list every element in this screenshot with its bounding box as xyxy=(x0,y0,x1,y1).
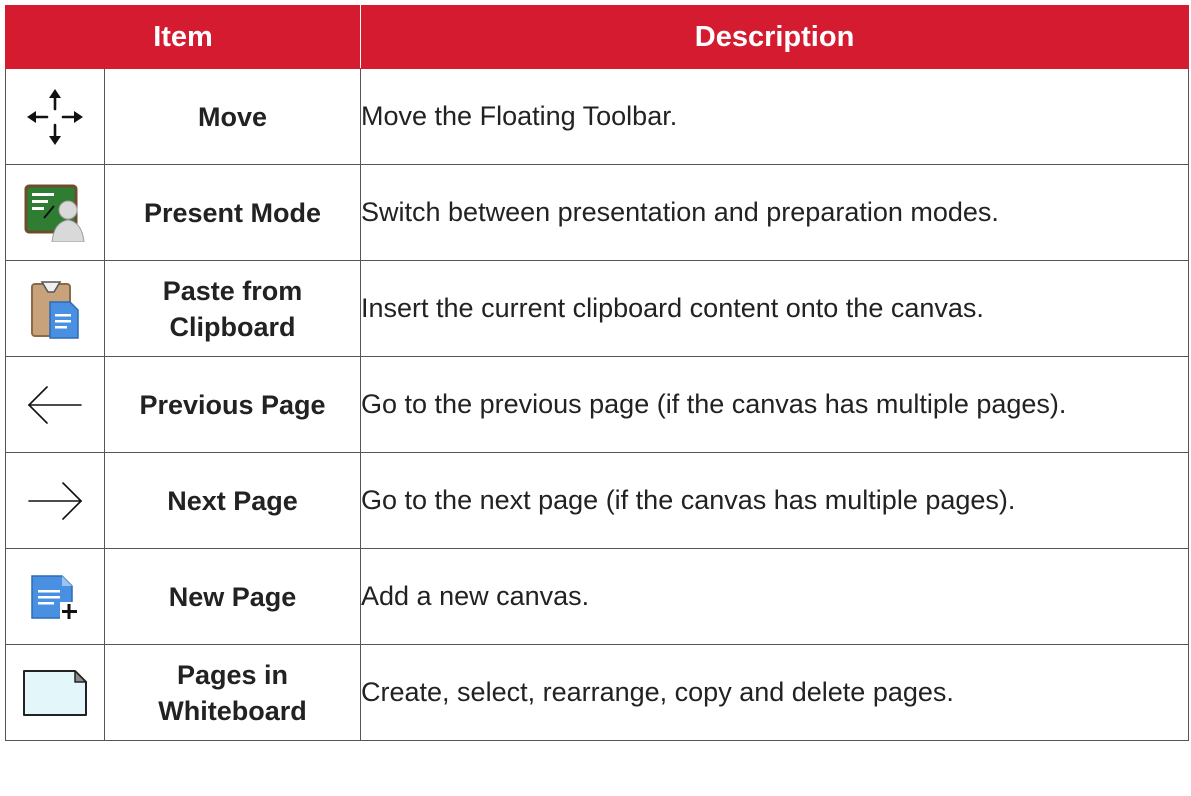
table-row: Present Mode Switch between presentation… xyxy=(5,164,1190,261)
arrow-right-icon xyxy=(6,476,104,526)
item-name: Move xyxy=(103,68,362,165)
table-row: Previous Page Go to the previous page (i… xyxy=(5,356,1190,453)
item-description: Go to the previous page (if the canvas h… xyxy=(360,356,1190,453)
paste-clipboard-icon xyxy=(6,278,104,340)
present-mode-icon xyxy=(6,184,104,242)
move-arrows-icon xyxy=(6,87,104,147)
item-description: Insert the current clipboard content ont… xyxy=(360,260,1190,357)
item-name: Paste from Clipboard xyxy=(103,260,362,357)
table-row: New Page Add a new canvas. xyxy=(5,548,1190,645)
table-row: Move Move the Floating Toolbar. xyxy=(5,68,1190,165)
table-row: Paste from Clipboard Insert the current … xyxy=(5,260,1190,357)
item-description: Go to the next page (if the canvas has m… xyxy=(360,452,1190,549)
item-name: Present Mode xyxy=(103,164,362,261)
item-description: Switch between presentation and preparat… xyxy=(360,164,1190,261)
item-description: Create, select, rearrange, copy and dele… xyxy=(360,644,1190,741)
pages-in-whiteboard-icon xyxy=(6,668,104,718)
feature-table: Item Description Move Move the Floating … xyxy=(4,5,1190,741)
new-page-icon xyxy=(6,574,104,620)
table-row: Pages in Whiteboard Create, select, rear… xyxy=(5,644,1190,741)
item-description: Add a new canvas. xyxy=(360,548,1190,645)
item-description: Move the Floating Toolbar. xyxy=(360,68,1190,165)
item-name: Next Page xyxy=(103,452,362,549)
item-name: Pages in Whiteboard xyxy=(103,644,362,741)
header-item: Item xyxy=(4,5,362,69)
item-name: Previous Page xyxy=(103,356,362,453)
table-header-row: Item Description xyxy=(4,5,1190,69)
table-row: Next Page Go to the next page (if the ca… xyxy=(5,452,1190,549)
item-name: New Page xyxy=(103,548,362,645)
header-description: Description xyxy=(360,5,1190,69)
arrow-left-icon xyxy=(6,380,104,430)
